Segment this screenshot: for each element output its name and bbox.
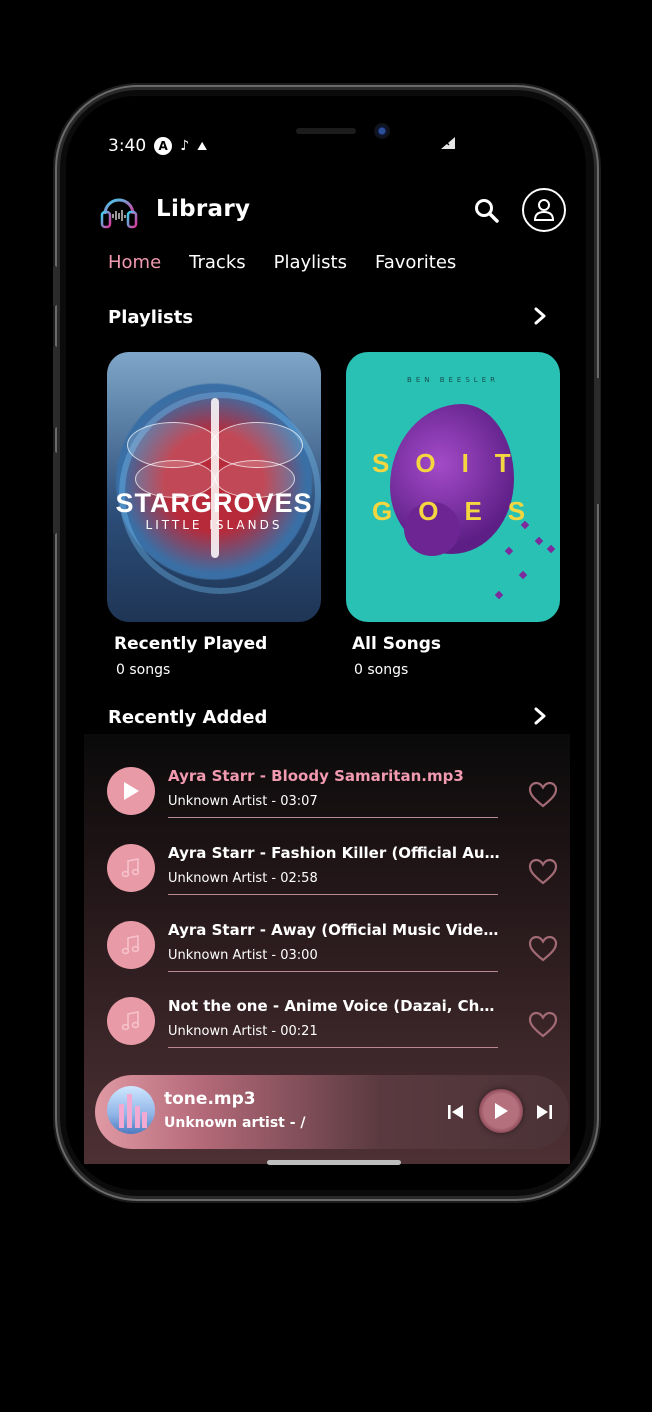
mini-player[interactable]: tone.mp3 Unknown artist - / [95, 1075, 569, 1149]
album-art-title: STARGROVES [115, 488, 313, 518]
track-row[interactable]: Ayra Starr - Bloody Samaritan.mp3 Unknow… [84, 767, 570, 844]
tiktok-icon: ♪ [180, 138, 190, 154]
heart-icon[interactable] [528, 1011, 558, 1039]
tab-playlists[interactable]: Playlists [274, 252, 347, 273]
playlist-count: 0 songs [354, 662, 409, 678]
now-playing-art [107, 1086, 155, 1134]
divider [168, 971, 498, 972]
music-note-icon[interactable] [107, 997, 155, 1045]
track-name: Ayra Starr - Bloody Samaritan.mp3 [168, 767, 464, 785]
headphones-logo-icon [100, 190, 138, 230]
recently-added-title: Recently Added [108, 707, 268, 728]
album-art-particle [534, 536, 544, 546]
track-row[interactable]: Ayra Starr - Fashion Killer (Official Au… [84, 844, 570, 921]
notification-icon: ⛰ [197, 138, 208, 153]
search-icon[interactable] [474, 198, 500, 224]
earpiece [296, 128, 356, 134]
now-playing-subtitle: Unknown artist - / [164, 1115, 306, 1131]
profile-button[interactable] [522, 188, 566, 232]
music-note-icon[interactable] [107, 921, 155, 969]
album-art-particle [504, 546, 514, 556]
album-art-particle [494, 590, 504, 600]
chevron-right-icon[interactable] [532, 706, 548, 726]
track-meta: Unknown Artist - 03:07 [168, 794, 318, 809]
tab-bar: Home Tracks Playlists Favorites [108, 252, 484, 273]
front-camera [374, 123, 390, 139]
playlist-title: All Songs [352, 634, 442, 654]
heart-icon[interactable] [528, 858, 558, 886]
chevron-right-icon[interactable] [532, 306, 548, 326]
album-art-artist: BEN BEESLER [407, 376, 499, 384]
album-art-line2: GOES [372, 496, 552, 526]
dragonfly-body [211, 398, 219, 558]
divider [168, 894, 498, 895]
heart-icon[interactable] [528, 781, 558, 809]
playlists-section-title: Playlists [108, 307, 194, 328]
status-time: 3:40 [108, 136, 147, 156]
now-playing-title: tone.mp3 [164, 1089, 256, 1109]
signal-icon [440, 136, 456, 154]
playlist-title: Recently Played [114, 634, 268, 654]
album-art-particle [546, 544, 556, 554]
playlist-count: 0 songs [116, 662, 171, 678]
volume-up-button [53, 346, 57, 428]
play-pause-button[interactable] [479, 1089, 523, 1133]
heart-icon[interactable] [528, 935, 558, 963]
music-note-icon[interactable] [107, 844, 155, 892]
album-art-line1: SOIT [372, 448, 537, 478]
playlist-card-recently-played[interactable]: STARGROVES LITTLE ISLANDS [107, 352, 321, 622]
track-name: Ayra Starr - Away (Official Music Video)… [168, 921, 500, 939]
play-icon[interactable] [107, 767, 155, 815]
home-indicator[interactable] [267, 1160, 401, 1165]
page-title: Library [156, 196, 251, 222]
volume-down-button [53, 452, 57, 534]
skip-next-icon[interactable] [533, 1101, 555, 1123]
tab-tracks[interactable]: Tracks [189, 252, 245, 273]
playlist-card-all-songs[interactable]: BEN BEESLER SOIT GOES [346, 352, 560, 622]
track-row[interactable]: Ayra Starr - Away (Official Music Video)… [84, 921, 570, 998]
album-art-subtitle: LITTLE ISLANDS [145, 518, 283, 532]
divider [168, 1047, 498, 1048]
track-meta: Unknown Artist - 02:58 [168, 871, 318, 886]
play-icon [495, 1103, 508, 1119]
track-row[interactable]: Not the one - Anime Voice (Dazai, Chuu..… [84, 997, 570, 1074]
tab-home[interactable]: Home [108, 252, 161, 273]
divider [168, 817, 498, 818]
album-art-particle [518, 570, 528, 580]
mute-switch [53, 266, 57, 306]
profile-icon [533, 199, 555, 221]
track-name: Not the one - Anime Voice (Dazai, Chuu..… [168, 997, 500, 1015]
skip-previous-icon[interactable] [445, 1101, 467, 1123]
track-meta: Unknown Artist - 00:21 [168, 1024, 318, 1039]
track-meta: Unknown Artist - 03:00 [168, 948, 318, 963]
status-a-icon: A [154, 137, 173, 155]
track-name: Ayra Starr - Fashion Killer (Official Au… [168, 844, 500, 862]
power-button [596, 378, 600, 504]
status-bar: 3:40 A ♪ ⛰ [108, 136, 207, 156]
tab-favorites[interactable]: Favorites [375, 252, 456, 273]
